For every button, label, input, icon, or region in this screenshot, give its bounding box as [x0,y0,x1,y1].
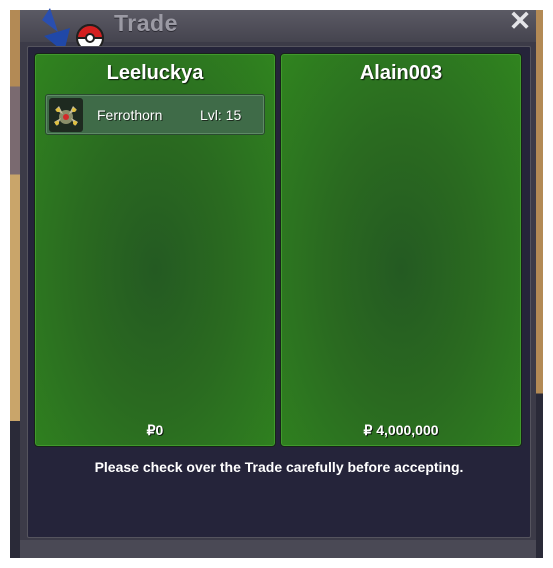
close-button[interactable]: ✕ [508,8,532,35]
left-player-name: Leeluckya [106,62,204,84]
right-player-name: Alain003 [359,62,443,84]
game-world-background-right [536,10,543,558]
trade-window: Trade ✕ Leeluckya Ferrothorn Lvl: 15 ₽0 … [20,8,536,558]
window-titlebar[interactable]: Trade ✕ [20,8,536,52]
left-money-amount: ₽0 [146,422,164,438]
left-trade-panel: Leeluckya Ferrothorn Lvl: 15 ₽0 [34,53,276,447]
item-level: Lvl: 15 [200,107,242,123]
trade-content: Leeluckya Ferrothorn Lvl: 15 ₽0 Alain003… [27,46,531,538]
ferrothorn-icon [49,98,83,132]
trade-item[interactable]: Ferrothorn Lvl: 15 [45,94,265,135]
window-title: Trade [114,10,178,36]
game-world-background-left [10,10,20,558]
right-money-amount: ₽ 4,000,000 [363,422,439,438]
window-bottom-bar [20,540,536,558]
item-name: Ferrothorn [97,107,163,123]
trade-notice: Please check over the Trade carefully be… [94,459,464,475]
right-trade-panel: Alain003 ₽ 4,000,000 [280,53,522,447]
